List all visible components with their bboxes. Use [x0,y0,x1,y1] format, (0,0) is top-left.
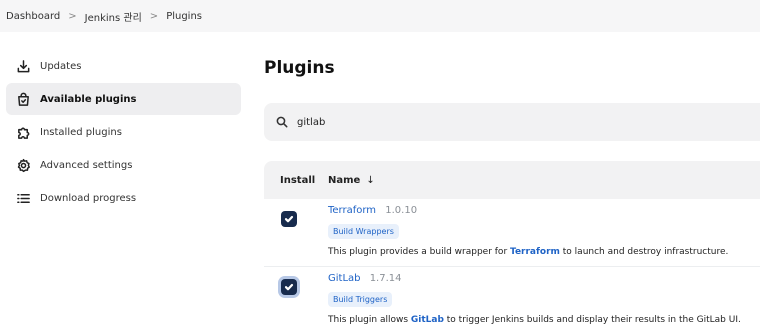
sidebar-item-download-progress[interactable]: Download progress [6,182,241,214]
breadcrumb-separator-2: > [149,10,159,22]
install-checkbox[interactable] [281,279,297,295]
plugin-category-tag[interactable]: Build Wrappers [328,224,399,239]
list-icon [16,191,31,206]
description-text: This plugin provides a build wrapper for [328,247,510,257]
plugin-name-link[interactable]: GitLab [328,273,361,284]
description-highlight: GitLab [410,315,444,325]
sidebar-item-available-plugins[interactable]: Available plugins [6,83,241,115]
plugin-table: Install Name ↓ Terraform 1.0.10 Build Wr… [264,161,760,330]
plugin-name-link[interactable]: Terraform [328,205,376,216]
column-header-name-label: Name [328,174,361,186]
download-icon [16,59,31,74]
sidebar: Updates Available plugins Installed plug… [6,50,241,215]
page-title: Plugins [264,58,335,78]
shopping-bag-icon [16,92,31,107]
sidebar-item-advanced-settings[interactable]: Advanced settings [6,149,241,181]
plugin-title: Terraform 1.0.10 [328,205,417,216]
breadcrumb-jenkins-manage[interactable]: Jenkins 관리 [85,9,142,24]
checkmark-icon [284,283,294,291]
sidebar-item-label: Installed plugins [40,126,122,138]
sidebar-item-label: Updates [40,60,82,72]
sidebar-item-label: Advanced settings [40,159,133,171]
description-highlight: Terraform [510,247,560,257]
description-text: to launch and destroy infrastructure. [559,247,729,257]
column-header-install: Install [280,174,316,186]
puzzle-icon [16,125,31,140]
plugin-category-tag[interactable]: Build Triggers [328,292,393,307]
breadcrumb-separator-1: > [68,10,77,22]
sidebar-item-updates[interactable]: Updates [6,50,241,82]
table-header: Install Name ↓ [264,161,760,199]
breadcrumb-plugins[interactable]: Plugins [166,11,202,22]
install-checkbox[interactable] [281,211,297,227]
sidebar-item-installed-plugins[interactable]: Installed plugins [6,116,241,148]
table-row: Terraform 1.0.10 Build Wrappers This plu… [264,199,760,267]
description-text: to trigger Jenkins builds and display th… [443,315,741,325]
search-input[interactable] [297,116,717,128]
plugin-title: GitLab 1.7.14 [328,273,402,284]
plugin-version: 1.7.14 [369,273,402,284]
gear-icon [16,158,31,173]
plugin-description: This plugin allows GitLab to trigger Jen… [328,315,741,325]
sort-descending-icon: ↓ [366,174,375,186]
breadcrumb: Dashboard > Jenkins 관리 > Plugins [0,0,760,32]
search-icon [276,113,288,132]
plugin-version: 1.0.10 [385,205,418,216]
search-bar[interactable] [264,103,760,141]
breadcrumb-dashboard[interactable]: Dashboard [6,11,60,22]
sidebar-item-label: Download progress [40,192,137,204]
sidebar-item-label: Available plugins [40,93,137,105]
description-text: This plugin allows [328,315,411,325]
plugin-description: This plugin provides a build wrapper for… [328,247,728,257]
column-header-name[interactable]: Name ↓ [328,175,375,186]
checkmark-icon [284,215,294,223]
table-row: GitLab 1.7.14 Build Triggers This plugin… [264,267,760,330]
